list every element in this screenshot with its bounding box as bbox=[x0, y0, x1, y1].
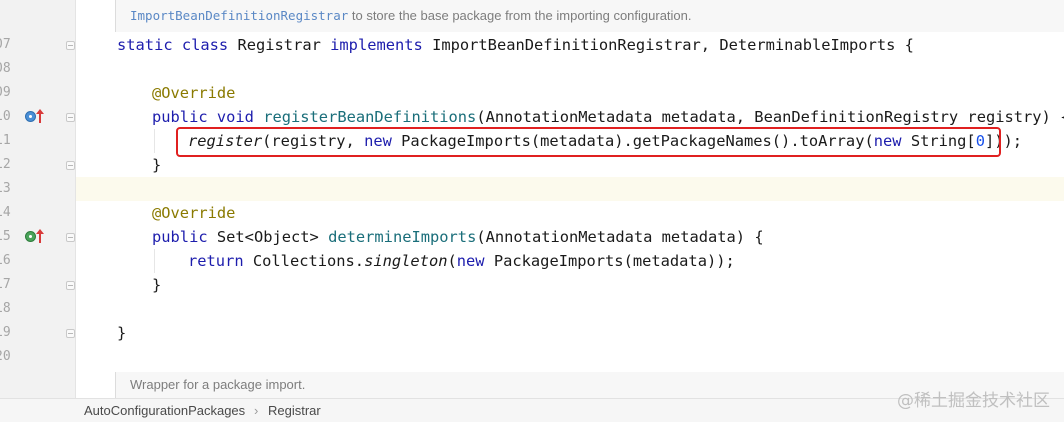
method-name: determineImports bbox=[328, 228, 477, 246]
code-text: } bbox=[117, 324, 127, 342]
class-name: Registrar bbox=[237, 36, 331, 54]
code-text: (AnnotationMetadata metadata, BeanDefini… bbox=[476, 108, 1064, 126]
code-text: } bbox=[152, 156, 162, 174]
current-line-highlight bbox=[76, 177, 1064, 201]
annotation: @Override bbox=[152, 84, 236, 102]
fold-icon[interactable] bbox=[66, 113, 75, 122]
method-call: singleton bbox=[364, 252, 448, 270]
method-name: registerBeanDefinitions bbox=[263, 108, 477, 126]
indent-guide bbox=[154, 129, 155, 153]
code-text: (AnnotationMetadata metadata) { bbox=[476, 228, 764, 246]
line-number: 08 bbox=[0, 61, 11, 76]
line-number: 13 bbox=[0, 181, 11, 196]
doc-text: Wrapper for a package import. bbox=[130, 377, 306, 392]
line-number: 19 bbox=[0, 325, 11, 340]
line-number: 17 bbox=[0, 277, 11, 292]
line-number: 10 bbox=[0, 109, 11, 124]
code-text: } bbox=[152, 276, 162, 294]
watermark: @稀土掘金技术社区 bbox=[897, 391, 1050, 411]
keyword: public bbox=[152, 228, 217, 246]
keyword: return bbox=[188, 252, 253, 270]
class-name: Collections. bbox=[252, 252, 365, 270]
line-number: 16 bbox=[0, 253, 11, 268]
highlight-box bbox=[176, 127, 1001, 157]
indent-guide bbox=[154, 249, 155, 273]
line-number: 12 bbox=[0, 157, 11, 172]
code-text: PackageImports(metadata)); bbox=[493, 252, 735, 270]
fold-icon[interactable] bbox=[66, 281, 75, 290]
doc-link[interactable]: ImportBeanDefinitionRegistrar bbox=[130, 8, 348, 23]
line-number: 15 bbox=[0, 229, 11, 244]
line-number: 20 bbox=[0, 349, 11, 364]
doc-comment: ImportBeanDefinitionRegistrar to store t… bbox=[115, 0, 1064, 32]
code-text: ( bbox=[447, 252, 457, 270]
override-arrow-icon[interactable] bbox=[36, 109, 44, 123]
code-line-117[interactable]: } bbox=[152, 273, 161, 297]
breadcrumb-item[interactable]: AutoConfigurationPackages bbox=[84, 399, 245, 422]
keyword: implements bbox=[330, 36, 433, 54]
override-arrow-icon[interactable] bbox=[36, 229, 44, 243]
implements-method-icon[interactable] bbox=[25, 111, 36, 122]
keyword: static class bbox=[117, 36, 238, 54]
code-text: ImportBeanDefinitionRegistrar, Determina… bbox=[432, 36, 914, 54]
line-number: 18 bbox=[0, 301, 11, 316]
line-number: 11 bbox=[0, 133, 11, 148]
keyword: public void bbox=[152, 108, 264, 126]
fold-icon[interactable] bbox=[66, 41, 75, 50]
breadcrumb-separator: › bbox=[254, 403, 259, 418]
code-line-116[interactable]: return Collections.singleton(new Package… bbox=[188, 249, 735, 273]
code-line-115[interactable]: public Set<Object> determineImports(Anno… bbox=[152, 225, 764, 249]
implements-method-icon[interactable] bbox=[25, 231, 36, 242]
line-number: 14 bbox=[0, 205, 11, 220]
code-line-107[interactable]: static class Registrar implements Import… bbox=[117, 33, 914, 57]
keyword: new bbox=[456, 252, 494, 270]
fold-icon[interactable] bbox=[66, 161, 75, 170]
code-line-110[interactable]: public void registerBeanDefinitions(Anno… bbox=[152, 105, 1064, 129]
type-name: Set<Object> bbox=[216, 228, 329, 246]
breadcrumb-item[interactable]: Registrar bbox=[268, 399, 321, 422]
code-line-109[interactable]: @Override bbox=[152, 81, 235, 105]
fold-icon[interactable] bbox=[66, 329, 75, 338]
code-line-119[interactable]: } bbox=[117, 321, 126, 345]
line-number: 09 bbox=[0, 85, 11, 100]
doc-text: to store the base package from the impor… bbox=[348, 8, 692, 23]
code-line-114[interactable]: @Override bbox=[152, 201, 235, 225]
annotation: @Override bbox=[152, 204, 236, 222]
code-line-112[interactable]: } bbox=[152, 153, 161, 177]
line-number: 07 bbox=[0, 37, 11, 52]
fold-icon[interactable] bbox=[66, 233, 75, 242]
